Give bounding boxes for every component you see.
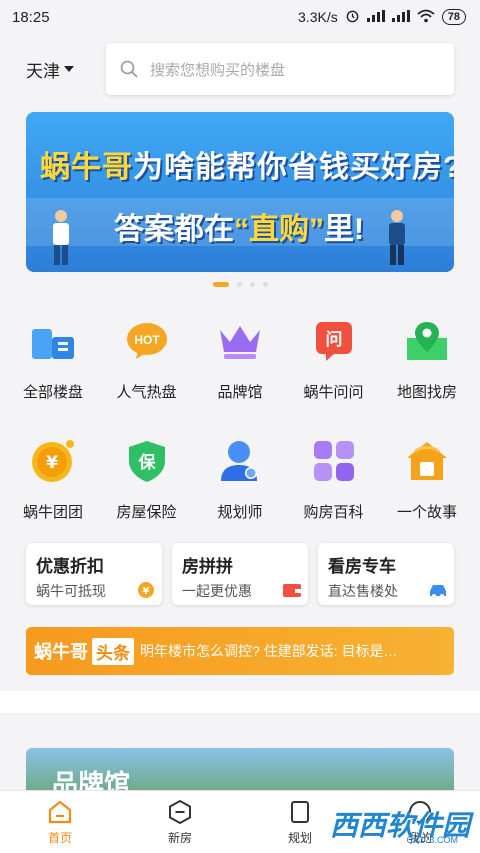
grid-item-ask[interactable]: 问 蜗牛问问 (289, 305, 379, 425)
svg-text:¥: ¥ (143, 586, 150, 597)
search-placeholder: 搜索您想购买的楼盘 (150, 61, 286, 79)
tab-label: 新房 (167, 830, 192, 845)
yuan-coin-icon: ¥ (29, 437, 77, 485)
crown-icon (216, 317, 264, 365)
grid-item-insurance[interactable]: 保 房屋保险 (102, 425, 192, 545)
card-subtitle: 直达售楼处 (328, 583, 398, 599)
grid-item-map[interactable]: 地图找房 (382, 305, 472, 425)
news-headline: 明年楼市怎么调控? 住建部发话: 目标是… (140, 643, 398, 659)
svg-text:保: 保 (137, 452, 156, 473)
yuan-coin-icon: ¥ (138, 582, 154, 598)
signal-icon-2 (391, 9, 410, 25)
banner-line2-highlight: “直购” (234, 213, 324, 246)
grid-item-all-properties[interactable]: 全部楼盘 (8, 305, 98, 425)
tab-label: 规划 (287, 830, 312, 845)
svg-text:问: 问 (325, 329, 342, 350)
news-ticker[interactable]: 蜗牛哥 头条 明年楼市怎么调控? 住建部发话: 目标是… (26, 627, 454, 675)
grid-item-hot[interactable]: HOT 人气热盘 (102, 305, 192, 425)
map-pin-icon (403, 317, 451, 365)
watermark-sub: CR173.COM (406, 835, 458, 845)
banner-line1: 蜗牛哥为啥能帮你省钱买好房? (40, 142, 454, 186)
document-icon (291, 800, 309, 823)
banner-line2-suffix: 里! (324, 213, 364, 246)
promo-banner[interactable]: 蜗牛哥为啥能帮你省钱买好房? 答案都在“直购”里! (26, 112, 454, 272)
grid-item-label: 人气热盘 (116, 384, 177, 401)
grid-item-label: 地图找房 (396, 384, 457, 401)
person-illustration-icon-2 (389, 210, 405, 265)
pagination-dot-active (212, 282, 229, 287)
battery-icon: 78 (441, 9, 466, 25)
tab-label: 首页 (47, 830, 72, 845)
banner-brand: 蜗牛哥 (40, 151, 133, 184)
grid-item-planner[interactable]: 规划师 (195, 425, 285, 545)
grid-item-brand-hall[interactable]: 品牌馆 (195, 305, 285, 425)
card-discount[interactable]: 优惠折扣 蜗牛可抵现 ¥ (26, 543, 162, 605)
tab-home[interactable]: 首页 (0, 791, 120, 853)
grid-item-label: 规划师 (217, 504, 263, 521)
grid-item-label: 蜗牛问问 (303, 384, 364, 401)
user-star-icon (216, 437, 264, 485)
pagination-dot (262, 282, 268, 287)
buildings-icon (29, 317, 77, 365)
signal-icon (366, 9, 385, 25)
grid-item-group[interactable]: ¥ 蜗牛团团 (8, 425, 98, 545)
grid-item-label: 一个故事 (396, 504, 457, 521)
hexagon-minus-icon (169, 799, 191, 824)
feature-row-1: 全部楼盘 HOT 人气热盘 品牌馆 问 蜗牛问问 地图找房 (8, 305, 472, 425)
news-tag: 头条 (92, 637, 134, 665)
question-bubble-icon: 问 (310, 317, 358, 365)
person-illustration-icon (53, 210, 69, 265)
tab-new-homes[interactable]: 新房 (120, 791, 240, 853)
shield-icon: 保 (123, 437, 171, 485)
svg-text:¥: ¥ (46, 453, 58, 473)
grid-item-encyclopedia[interactable]: 购房百科 (289, 425, 379, 545)
banner-line2: 答案都在“直购”里! (114, 204, 364, 248)
alarm-icon (345, 8, 360, 26)
car-icon (430, 585, 446, 598)
grid-item-label: 品牌馆 (217, 384, 263, 401)
city-selector[interactable]: 天津 (26, 57, 106, 82)
pagination-dot (249, 282, 255, 287)
city-label: 天津 (26, 61, 60, 81)
grid-item-label: 购房百科 (303, 504, 364, 521)
banner-pagination (0, 272, 480, 299)
house-story-icon (403, 437, 451, 485)
home-icon (48, 800, 72, 823)
status-bar: 18:25 3.3K/s 78 (0, 0, 480, 34)
feature-grid: 全部楼盘 HOT 人气热盘 品牌馆 问 蜗牛问问 地图找房 ¥ 蜗牛团团 保 房… (0, 299, 480, 545)
wallet-icon (283, 584, 301, 597)
card-title: 看房专车 (328, 557, 396, 576)
card-title: 房拼拼 (182, 557, 233, 576)
search-input[interactable]: 搜索您想购买的楼盘 (106, 43, 454, 95)
pagination-dot (236, 282, 242, 287)
watermark-logo: 西西软件园 CR173.COM (330, 801, 470, 847)
card-title: 优惠折扣 (36, 557, 104, 576)
grid-item-label: 全部楼盘 (22, 384, 83, 401)
status-right: 3.3K/s 78 (298, 8, 466, 26)
hot-bubble-icon: HOT (123, 317, 171, 365)
feature-row-2: ¥ 蜗牛团团 保 房屋保险 规划师 购房百科 一个故事 (8, 425, 472, 545)
section-gap (0, 691, 480, 713)
grid-item-story[interactable]: 一个故事 (382, 425, 472, 545)
card-shuttle[interactable]: 看房专车 直达售楼处 (318, 543, 454, 605)
banner-line1-rest: 为啥能帮你省钱买好房? (133, 151, 454, 184)
card-subtitle: 蜗牛可抵现 (36, 583, 106, 599)
caret-down-icon (64, 66, 74, 72)
search-icon (120, 60, 138, 78)
svg-text:HOT: HOT (134, 333, 160, 347)
wifi-icon (417, 9, 435, 26)
header: 天津 搜索您想购买的楼盘 (0, 34, 480, 104)
card-subtitle: 一起更优惠 (182, 583, 252, 599)
grid-item-label: 蜗牛团团 (22, 504, 83, 521)
card-group-buy[interactable]: 房拼拼 一起更优惠 (172, 543, 308, 605)
grid-squares-icon (310, 437, 358, 485)
network-speed: 3.3K/s (298, 9, 338, 25)
banner-line2-prefix: 答案都在 (114, 213, 234, 246)
status-time: 18:25 (12, 8, 50, 26)
banner-wrap: 蜗牛哥为啥能帮你省钱买好房? 答案都在“直购”里! (0, 104, 480, 272)
grid-item-label: 房屋保险 (116, 504, 177, 521)
news-brand: 蜗牛哥 (34, 642, 88, 662)
promo-cards: 优惠折扣 蜗牛可抵现 ¥ 房拼拼 一起更优惠 看房专车 直达售楼处 (0, 543, 480, 605)
